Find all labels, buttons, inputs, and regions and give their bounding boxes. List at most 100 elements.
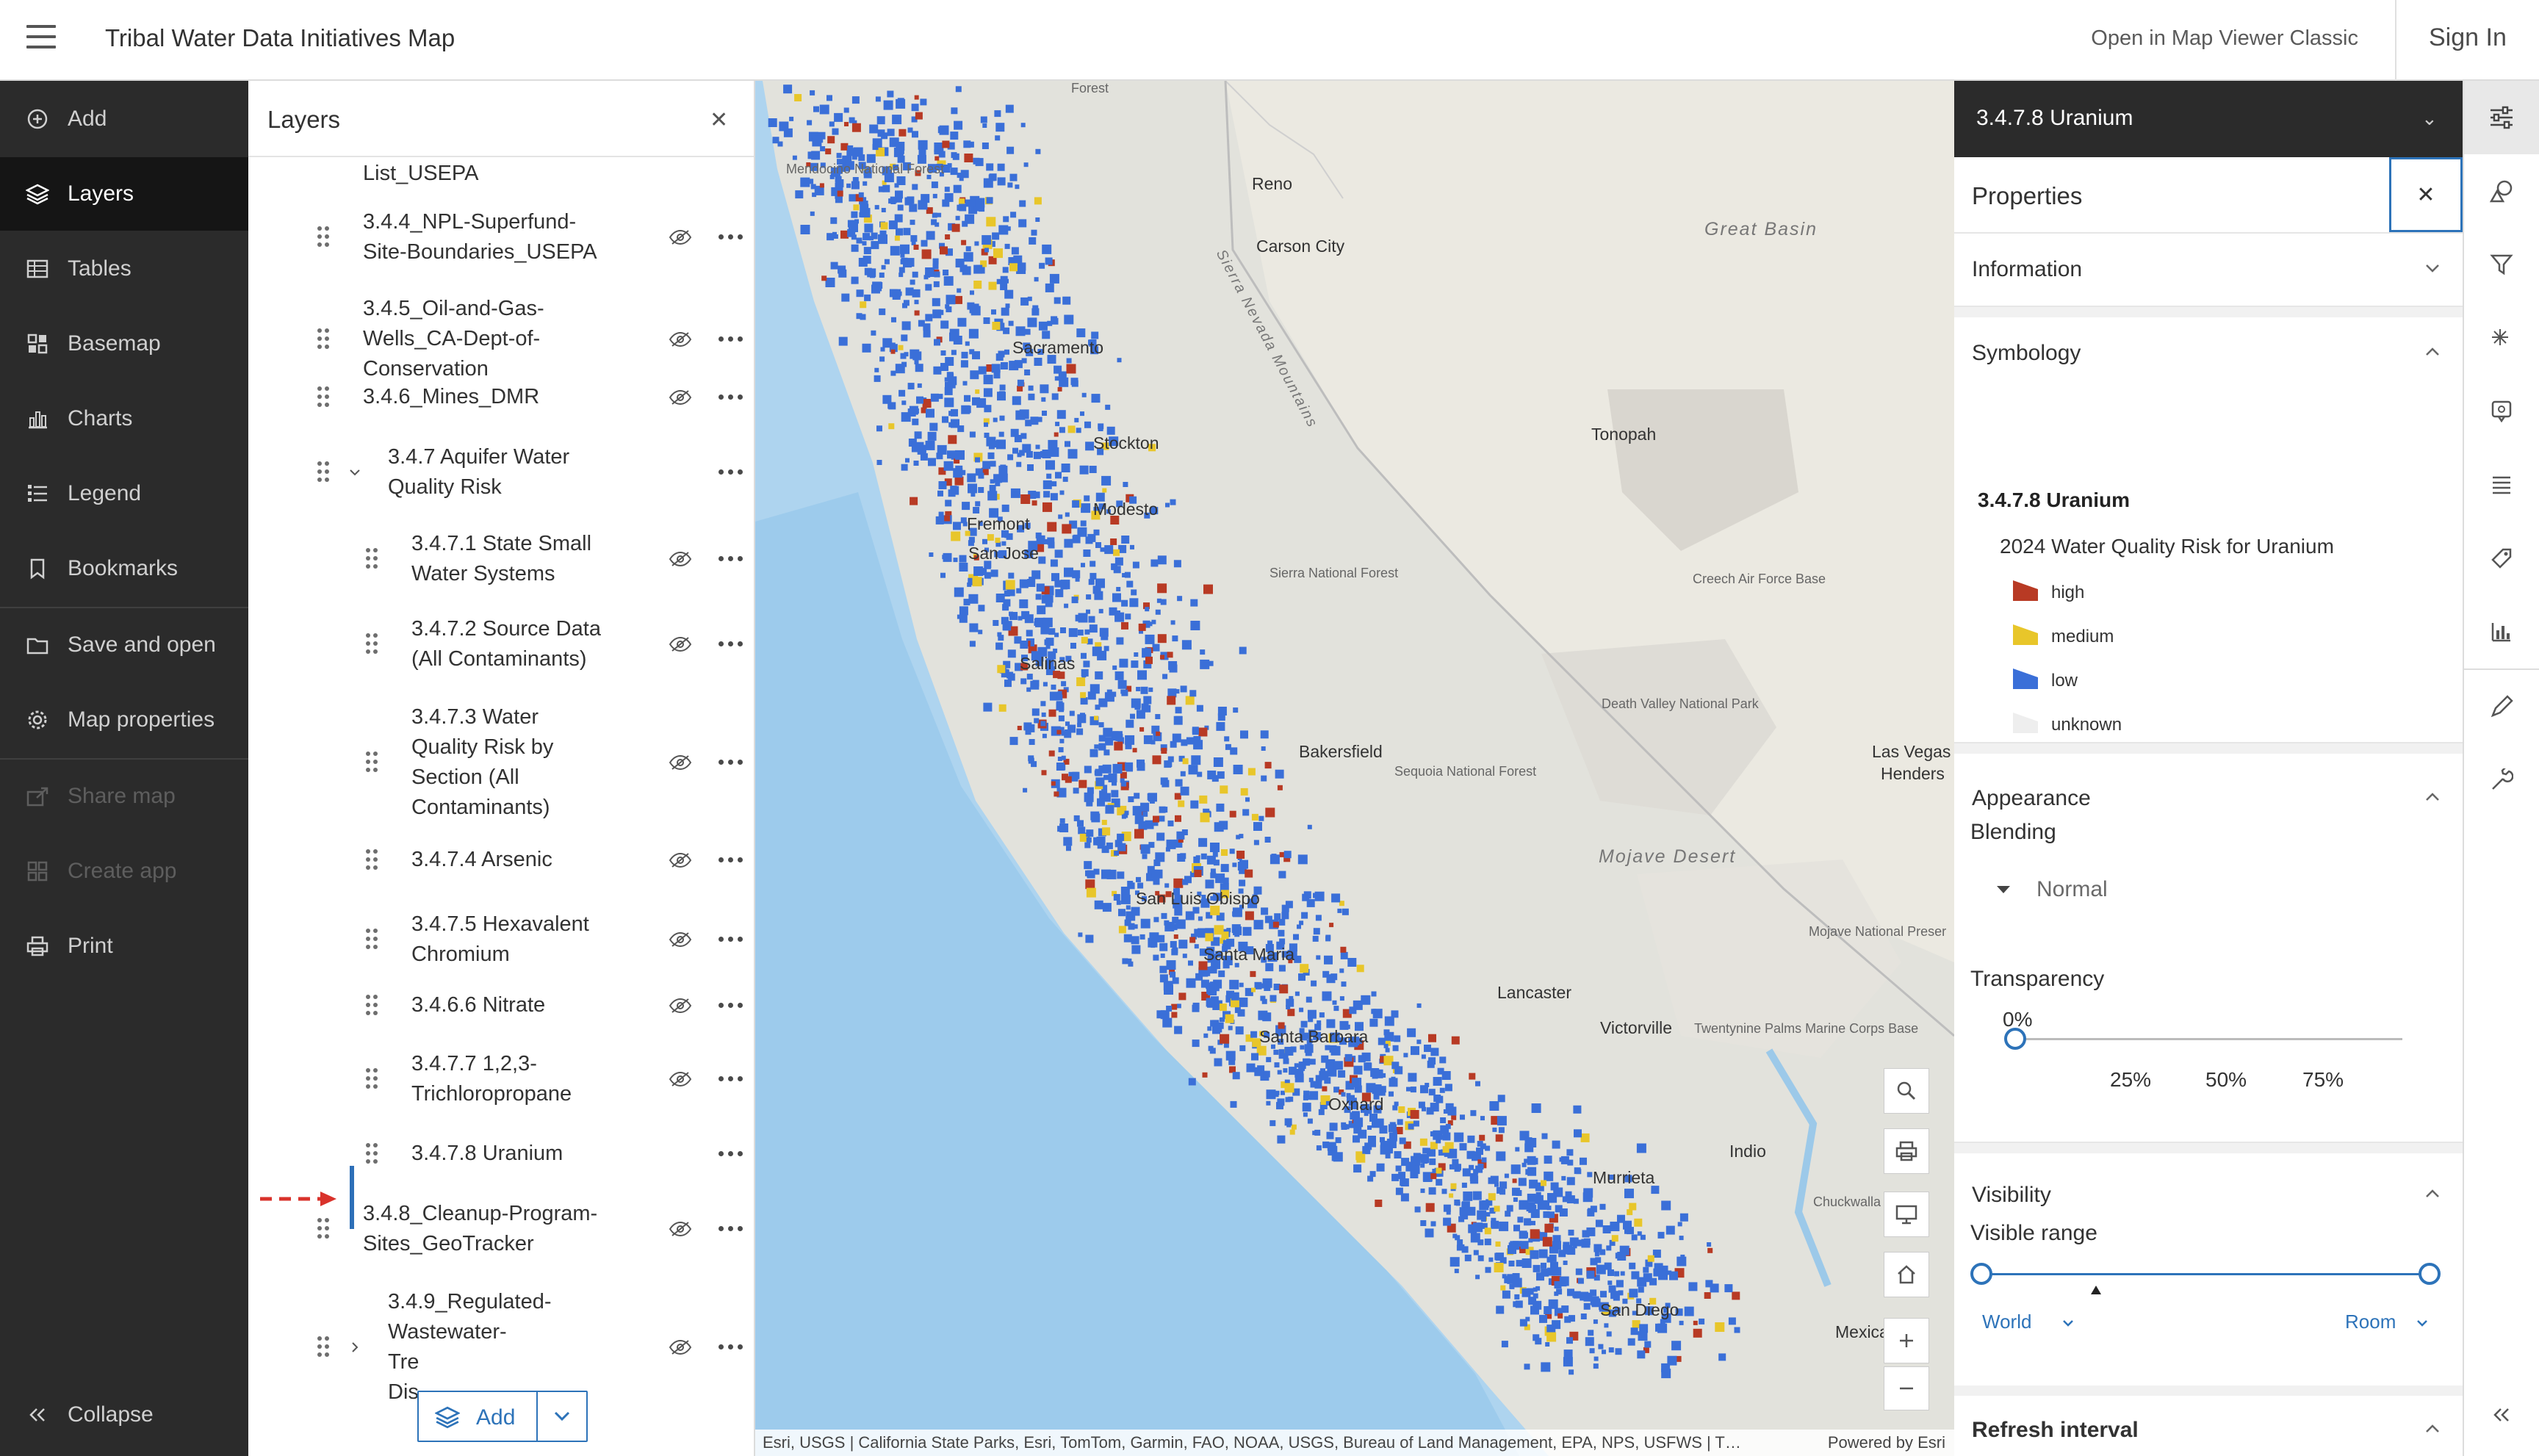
map-feature[interactable]	[1180, 771, 1186, 776]
map-feature[interactable]	[1467, 1208, 1474, 1215]
map-feature[interactable]	[963, 599, 970, 606]
map-feature[interactable]	[1699, 1318, 1705, 1325]
map-feature[interactable]	[1190, 599, 1198, 607]
map-feature[interactable]	[1401, 1158, 1410, 1167]
map-feature[interactable]	[1066, 846, 1071, 851]
map-feature[interactable]	[874, 205, 879, 210]
map-feature[interactable]	[986, 163, 994, 171]
map-feature[interactable]	[1352, 1078, 1362, 1088]
map-feature[interactable]	[1117, 871, 1125, 879]
map-feature[interactable]	[982, 461, 991, 469]
map-feature[interactable]	[1414, 1206, 1421, 1213]
map-feature[interactable]	[879, 308, 886, 315]
map-feature[interactable]	[1688, 1282, 1698, 1291]
map-feature[interactable]	[1152, 644, 1160, 652]
map-feature[interactable]	[1045, 257, 1053, 265]
map-feature[interactable]	[1251, 987, 1256, 992]
map-feature[interactable]	[1156, 832, 1165, 841]
map-feature[interactable]	[840, 143, 849, 151]
map-feature[interactable]	[1054, 297, 1061, 304]
map-feature[interactable]	[1371, 991, 1377, 997]
map-feature[interactable]	[1113, 894, 1120, 901]
map-feature[interactable]	[1134, 793, 1140, 799]
map-feature[interactable]	[1261, 746, 1266, 751]
map-feature[interactable]	[1552, 1140, 1560, 1149]
map-feature[interactable]	[1617, 1252, 1627, 1261]
map-feature[interactable]	[995, 537, 1001, 543]
map-feature[interactable]	[1050, 559, 1058, 567]
map-feature[interactable]	[1092, 646, 1102, 657]
map-feature[interactable]	[1440, 1117, 1447, 1123]
map-feature[interactable]	[1637, 1350, 1646, 1359]
map-feature[interactable]	[1100, 547, 1105, 552]
map-feature[interactable]	[990, 479, 995, 484]
map-feature[interactable]	[970, 306, 981, 316]
map-feature[interactable]	[1314, 1081, 1322, 1089]
map-feature[interactable]	[954, 120, 963, 130]
zoom-out-button[interactable]	[1884, 1366, 1929, 1410]
map-feature[interactable]	[1134, 652, 1139, 657]
map-feature[interactable]	[973, 566, 984, 576]
map-feature[interactable]	[1186, 978, 1196, 988]
add-layer-button[interactable]: Add	[417, 1391, 588, 1442]
map-feature[interactable]	[807, 120, 813, 126]
map-feature[interactable]	[1166, 839, 1176, 849]
map-feature[interactable]	[1089, 466, 1097, 473]
map-feature[interactable]	[943, 461, 954, 471]
map-feature[interactable]	[1272, 1091, 1279, 1098]
map-feature[interactable]	[789, 116, 794, 121]
map-feature[interactable]	[975, 501, 981, 507]
map-feature[interactable]	[1116, 900, 1121, 905]
map-feature[interactable]	[1004, 243, 1010, 249]
map-feature[interactable]	[1632, 1320, 1641, 1329]
map-feature[interactable]	[1054, 580, 1062, 588]
map-feature[interactable]	[978, 605, 985, 612]
map-feature[interactable]	[1679, 1320, 1684, 1325]
map-feature[interactable]	[1217, 713, 1225, 721]
map-feature[interactable]	[932, 298, 940, 306]
map-feature[interactable]	[1333, 1061, 1343, 1070]
map-feature[interactable]	[1245, 911, 1254, 920]
map-feature[interactable]	[1615, 1348, 1622, 1355]
map-feature[interactable]	[1137, 670, 1147, 680]
map-feature[interactable]	[948, 376, 957, 386]
map-feature[interactable]	[1566, 1149, 1574, 1156]
map-feature[interactable]	[912, 184, 918, 190]
map-feature[interactable]	[960, 360, 968, 368]
map-feature[interactable]	[996, 278, 1002, 284]
map-feature[interactable]	[1242, 809, 1250, 816]
map-feature[interactable]	[1459, 1207, 1468, 1216]
map-feature[interactable]	[1250, 1031, 1258, 1038]
map-feature[interactable]	[1599, 1249, 1606, 1255]
map-feature[interactable]	[1312, 935, 1319, 942]
map-feature[interactable]	[1005, 303, 1010, 309]
map-feature[interactable]	[1521, 1288, 1531, 1297]
map-feature[interactable]	[1278, 965, 1286, 972]
map-feature[interactable]	[864, 294, 871, 301]
map-feature[interactable]	[777, 141, 783, 147]
map-feature[interactable]	[1587, 1172, 1593, 1178]
map-feature[interactable]	[1228, 1026, 1233, 1031]
map-feature[interactable]	[1127, 881, 1134, 887]
map-feature[interactable]	[1043, 491, 1051, 498]
map-feature[interactable]	[1034, 197, 1042, 205]
map-feature[interactable]	[944, 397, 954, 408]
map-feature[interactable]	[1142, 811, 1148, 817]
map-feature[interactable]	[1091, 394, 1101, 403]
map-feature[interactable]	[968, 328, 979, 339]
map-feature[interactable]	[1059, 490, 1065, 495]
map-feature[interactable]	[1105, 737, 1114, 746]
map-feature[interactable]	[1449, 1257, 1460, 1267]
map-feature[interactable]	[1051, 781, 1056, 786]
map-feature[interactable]	[1513, 1225, 1520, 1232]
map-feature[interactable]	[1580, 1313, 1587, 1319]
map-feature[interactable]	[1072, 500, 1080, 508]
map-feature[interactable]	[1232, 907, 1242, 918]
chevron-up-icon[interactable]	[2424, 347, 2441, 357]
map-feature[interactable]	[807, 151, 815, 159]
map-feature[interactable]	[1055, 472, 1062, 479]
map-feature[interactable]	[1297, 854, 1308, 865]
map-feature[interactable]	[1172, 733, 1181, 743]
map-feature[interactable]	[1126, 765, 1133, 772]
map-feature[interactable]	[1419, 1138, 1427, 1146]
